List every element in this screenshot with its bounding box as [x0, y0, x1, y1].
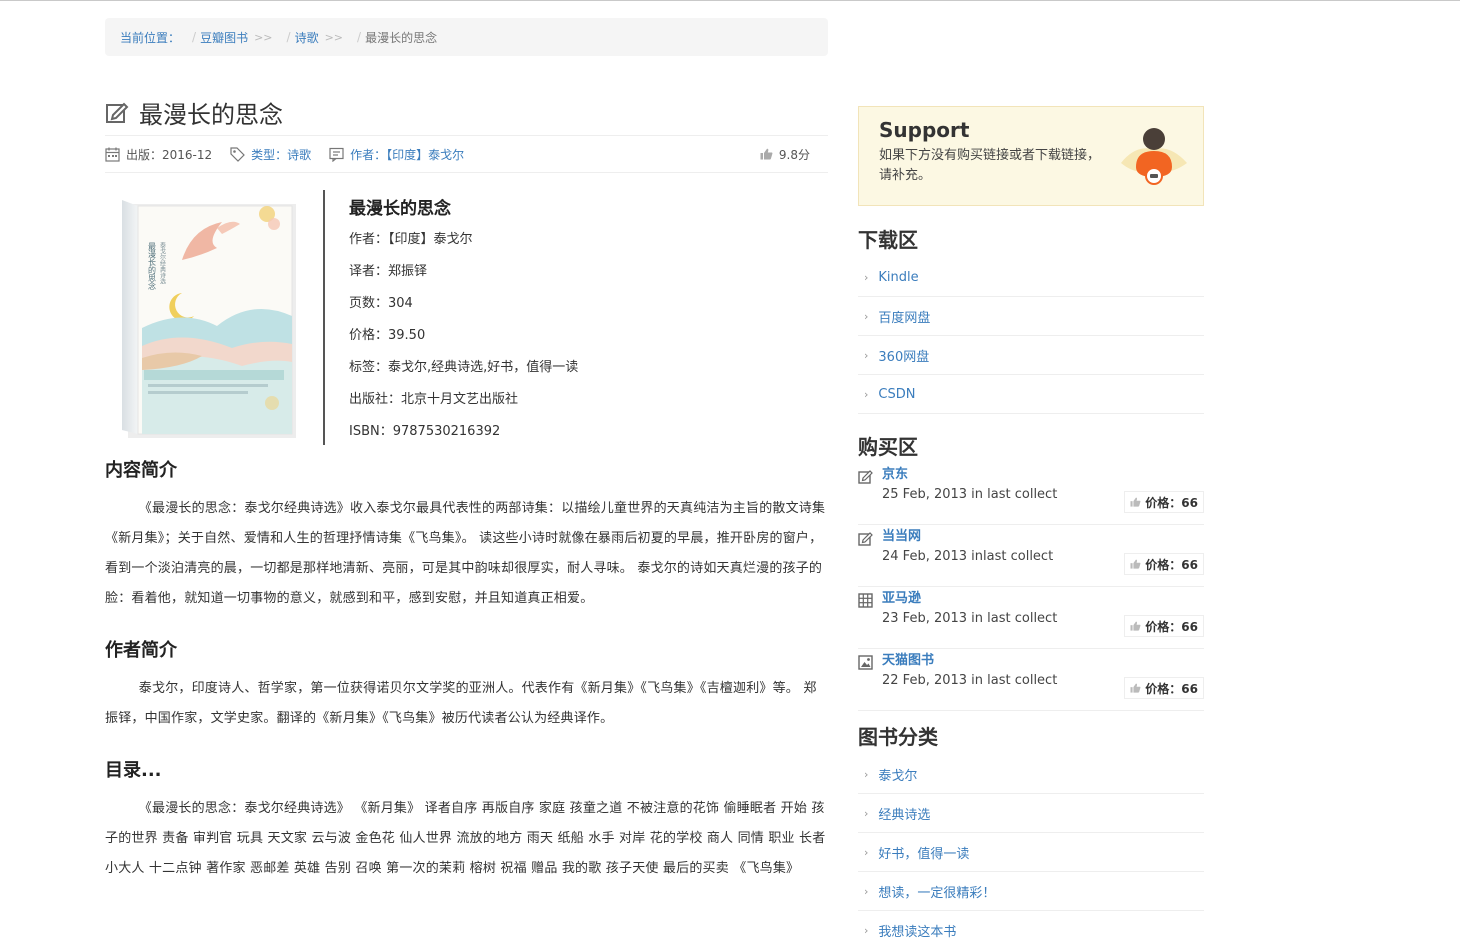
thumbs-up-icon [1130, 559, 1141, 569]
price-badge: 价格：66 [1124, 615, 1204, 637]
info-publisher: 出版社：北京十月文艺出版社 [349, 392, 519, 407]
chevron-right-icon: › [864, 767, 869, 781]
buy-item-tmall[interactable]: 天猫图书 22 Feb, 2013 in last collect 价格：66 [858, 649, 1204, 711]
download-heading: 下载区 [858, 228, 918, 252]
toc-heading: 目录... [105, 760, 162, 781]
comment-icon [329, 147, 344, 162]
chevron-right-icon: › [864, 348, 869, 362]
category-item[interactable]: › 泰戈尔 [858, 755, 1204, 794]
price-badge: 价格：66 [1124, 553, 1204, 575]
toc-text: 《最漫长的思念：泰戈尔经典诗选》 《新月集》 译者自序 再版自序 家庭 孩童之道… [105, 801, 826, 876]
edit-icon [858, 470, 873, 484]
support-desc: 如果下方没有购买链接或者下载链接，请补充。 [879, 148, 1101, 183]
author-heading: 作者简介 [105, 640, 177, 661]
category-heading: 图书分类 [858, 725, 938, 749]
price-badge: 价格：66 [1124, 491, 1204, 513]
thumbs-up-icon [1130, 621, 1141, 631]
top-border [0, 0, 1460, 1]
picture-icon [858, 655, 873, 670]
download-item-kindle[interactable]: › Kindle [858, 258, 1204, 297]
category-tag[interactable]: 类型：诗歌 [230, 146, 311, 163]
category-item[interactable]: › 好书，值得一读 [858, 833, 1204, 872]
buy-item-amazon[interactable]: 亚马逊 23 Feb, 2013 in last collect 价格：66 [858, 587, 1204, 649]
svg-text:泰戈尔经典诗选: 泰戈尔经典诗选 [159, 241, 166, 285]
main-content: 最漫长的思念 出版：2016-12 类型：诗歌 作者：【印度】泰戈尔 9.8分 … [105, 90, 828, 884]
score: 9.8分 [760, 146, 810, 163]
edit-icon [106, 102, 129, 123]
download-item-csdn[interactable]: › CSDN [858, 375, 1204, 414]
buy-item-dangdang[interactable]: 当当网 24 Feb, 2013 inlast collect 价格：66 [858, 525, 1204, 587]
info-price: 价格：39.50 [349, 328, 426, 343]
breadcrumb-link-douban[interactable]: 豆瓣图书 [200, 29, 248, 46]
edit-icon [858, 532, 873, 546]
grid-icon [858, 593, 873, 608]
buy-heading: 购买区 [858, 435, 918, 459]
page-title: 最漫长的思念 [139, 101, 283, 129]
author-meta[interactable]: 作者：【印度】泰戈尔 [329, 146, 464, 163]
category-item[interactable]: › 我想读这本书 [858, 911, 1204, 947]
chevron-right-icon: › [864, 845, 869, 859]
thumbs-up-icon [1130, 683, 1141, 693]
buy-item-jd[interactable]: 京东 25 Feb, 2013 in last collect 价格：66 [858, 463, 1204, 525]
download-item-360[interactable]: › 360网盘 [858, 336, 1204, 375]
info-isbn: ISBN：9787530216392 [349, 424, 501, 439]
chevron-right-icon: › [864, 884, 869, 898]
title-row: 最漫长的思念 [105, 90, 828, 136]
info-pages: 页数：304 [349, 296, 413, 311]
book-cover[interactable]: 最漫长的思念 泰戈尔经典诗选 [122, 198, 299, 438]
breadcrumb-label: 当前位置： [120, 30, 181, 45]
info-tags: 标签：泰戈尔,经典诗选,好书，值得一读 [349, 360, 579, 375]
calendar-icon [105, 147, 120, 162]
support-box: Support 如果下方没有购买链接或者下载链接，请补充。 [858, 106, 1204, 206]
book-detail: 最漫长的思念 泰戈尔经典诗选 最漫长的思念 作者：【印度】泰戈尔 译者：郑振铎 … [105, 190, 828, 445]
chevron-right-icon: › [864, 270, 869, 284]
intro-text: 《最漫长的思念：泰戈尔经典诗选》收入泰戈尔最具代表性的两部诗集：以描绘儿童世界的… [105, 501, 826, 606]
price-badge: 价格：66 [1124, 677, 1204, 699]
chevron-right-icon: › [864, 387, 869, 401]
chevron-right-icon: › [864, 309, 869, 323]
category-item[interactable]: › 想读，一定很精彩！ [858, 872, 1204, 911]
svg-text:最漫长的思念: 最漫长的思念 [148, 242, 157, 290]
breadcrumb: 当前位置： / 豆瓣图书 >> / 诗歌 >> / 最漫长的思念 [105, 18, 828, 56]
chevron-right-icon: › [864, 806, 869, 820]
download-item-baidu[interactable]: › 百度网盘 [858, 297, 1204, 336]
download-list: › Kindle › 百度网盘 › 360网盘 › CSDN [858, 258, 1204, 414]
book-info: 最漫长的思念 作者：【印度】泰戈尔 译者：郑振铎 页数：304 价格：39.50… [323, 190, 578, 445]
breadcrumb-current: 最漫长的思念 [365, 30, 438, 45]
breadcrumb-link-poetry[interactable]: 诗歌 [295, 29, 319, 46]
chevron-right-icon: › [864, 923, 869, 937]
book-cover-image: 最漫长的思念 泰戈尔经典诗选 [122, 200, 296, 438]
author-text: 泰戈尔，印度诗人、哲学家，第一位获得诺贝尔文学奖的亚洲人。代表作有《新月集》《飞… [105, 681, 817, 726]
publish-date: 出版：2016-12 [105, 146, 212, 163]
book-name: 最漫长的思念 [349, 199, 451, 219]
info-translator: 译者：郑振铎 [349, 264, 428, 279]
thumbs-up-icon [760, 148, 773, 160]
category-list: › 泰戈尔 › 经典诗选 › 好书，值得一读 › 想读，一定很精彩！ › 我想读这本书 [858, 755, 1204, 947]
category-item[interactable]: › 经典诗选 [858, 794, 1204, 833]
intro-heading: 内容简介 [105, 460, 177, 481]
thumbs-up-icon [1130, 497, 1141, 507]
info-author: 作者：【印度】泰戈尔 [349, 232, 473, 247]
tag-icon [230, 146, 245, 162]
meta-row: 出版：2016-12 类型：诗歌 作者：【印度】泰戈尔 9.8分 [105, 136, 828, 173]
support-agent-icon [1121, 128, 1187, 185]
